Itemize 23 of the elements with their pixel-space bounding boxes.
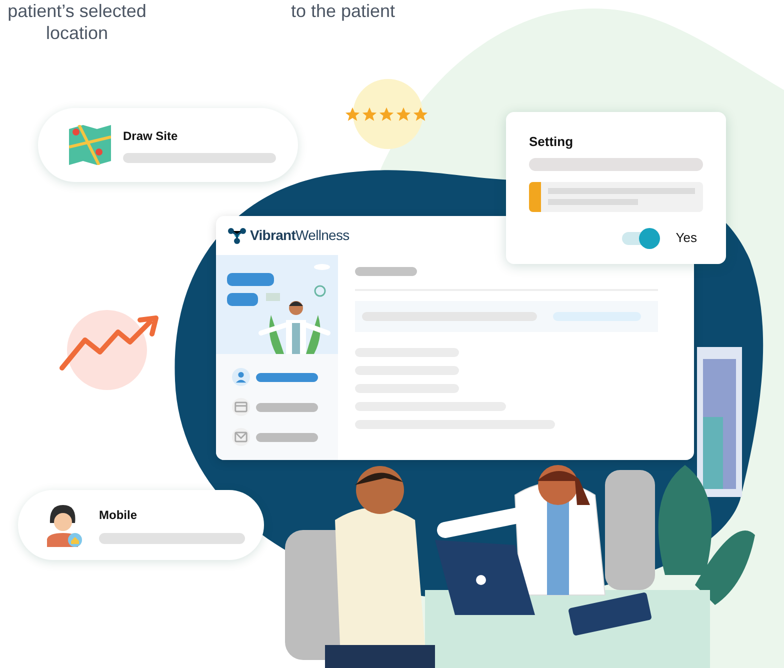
toggle-switch[interactable] [622,228,660,248]
heading-text: location [46,22,108,44]
map-icon [69,125,111,165]
star-icon [412,106,429,123]
heading-text: patient’s selected [8,0,146,22]
nav-icon [232,398,250,416]
card-title: Draw Site [123,128,179,145]
star-icon [395,106,412,123]
star-icon [344,106,361,123]
rating-backdrop-circle [353,79,423,149]
placeholder-bar [355,267,417,276]
logo-icon [227,226,247,244]
heading-text: to the patient [290,0,396,22]
nav-icon [232,368,250,386]
nav-icon [232,428,250,446]
support-agent-icon [45,503,83,547]
card-title: Mobile [99,507,138,524]
trend-arrow-icon [60,316,158,370]
brand-logo: VibrantWellness [250,226,350,245]
star-icon [361,106,378,123]
toggle-label: Yes [676,229,697,248]
card-title: Setting [529,133,574,151]
star-icon [378,106,395,123]
